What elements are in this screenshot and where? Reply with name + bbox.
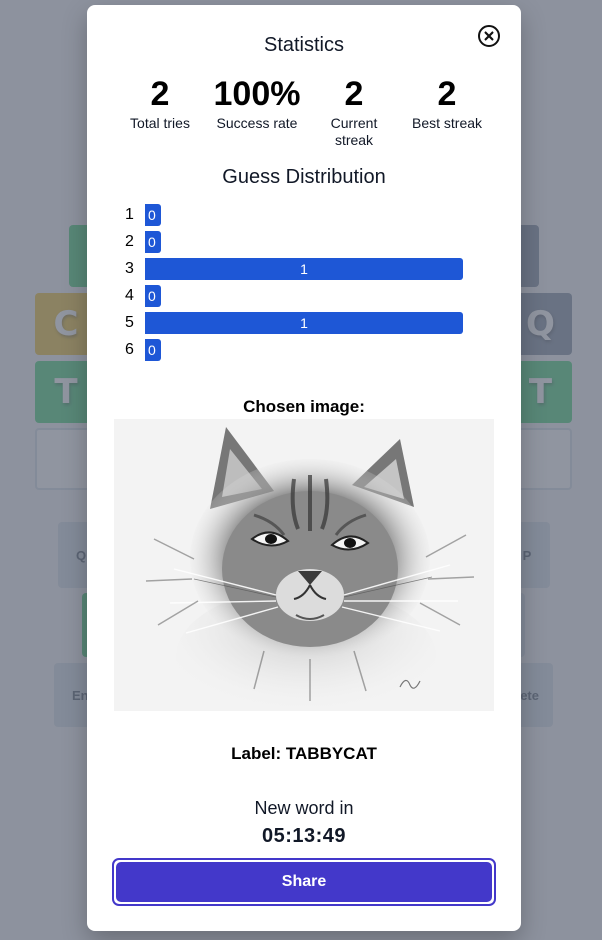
stat-label: Current streak bbox=[330, 115, 378, 148]
distribution-guess-number: 5 bbox=[125, 314, 134, 331]
new-word-text: New word in bbox=[254, 798, 354, 818]
distribution-bar: 1 bbox=[145, 312, 463, 334]
answer-label: Label: TABBYCAT bbox=[231, 744, 377, 763]
stat-value: 100% bbox=[213, 75, 301, 113]
distribution-row: 40 bbox=[125, 285, 465, 307]
distribution-row: 10 bbox=[125, 204, 465, 226]
distribution-row: 51 bbox=[125, 312, 465, 334]
distribution-bar: 0 bbox=[145, 204, 161, 226]
distribution-guess-number: 1 bbox=[125, 206, 134, 223]
stat-value: 2 bbox=[344, 75, 364, 113]
cat-sketch-image bbox=[114, 419, 494, 727]
countdown-timer: 05:13:49 bbox=[261, 825, 347, 847]
distribution-count: 1 bbox=[300, 261, 308, 277]
distribution-guess-number: 6 bbox=[125, 341, 134, 358]
stat-success-rate: 100% Success rate bbox=[207, 76, 307, 132]
distribution-guess-number: 4 bbox=[125, 287, 134, 304]
stat-best-streak: 2 Best streak bbox=[397, 76, 497, 132]
distribution-row: 60 bbox=[125, 339, 465, 361]
distribution-bar: 0 bbox=[145, 339, 161, 361]
distribution-count: 1 bbox=[300, 315, 308, 331]
stat-current-streak: 2 Current streak bbox=[304, 76, 404, 149]
share-button[interactable]: Share bbox=[112, 858, 496, 906]
chosen-image-label: Chosen image: bbox=[243, 397, 365, 416]
distribution-count: 0 bbox=[148, 342, 156, 358]
stat-value: 2 bbox=[150, 75, 170, 113]
stat-label: Best streak bbox=[411, 115, 483, 131]
distribution-row: 20 bbox=[125, 231, 465, 253]
guess-distribution-title: Guess Distribution bbox=[222, 166, 386, 188]
chosen-image bbox=[114, 419, 494, 727]
statistics-modal: Statistics 2 Total tries 100% Success ra… bbox=[87, 5, 521, 931]
stat-label: Success rate bbox=[216, 115, 298, 131]
distribution-bar: 0 bbox=[145, 285, 161, 307]
share-button-label: Share bbox=[116, 862, 492, 902]
stat-total-tries: 2 Total tries bbox=[110, 76, 210, 132]
distribution-count: 0 bbox=[148, 288, 156, 304]
distribution-row: 31 bbox=[125, 258, 465, 280]
distribution-count: 0 bbox=[148, 234, 156, 250]
distribution-bar: 0 bbox=[145, 231, 161, 253]
distribution-count: 0 bbox=[148, 207, 156, 223]
stat-value: 2 bbox=[437, 75, 457, 113]
stat-label: Total tries bbox=[130, 115, 190, 131]
stats-row: 2 Total tries 100% Success rate 2 Curren… bbox=[87, 76, 521, 156]
distribution-guess-number: 2 bbox=[125, 233, 134, 250]
modal-title: Statistics bbox=[263, 34, 345, 56]
distribution-guess-number: 3 bbox=[125, 260, 134, 277]
distribution-bar: 1 bbox=[145, 258, 463, 280]
